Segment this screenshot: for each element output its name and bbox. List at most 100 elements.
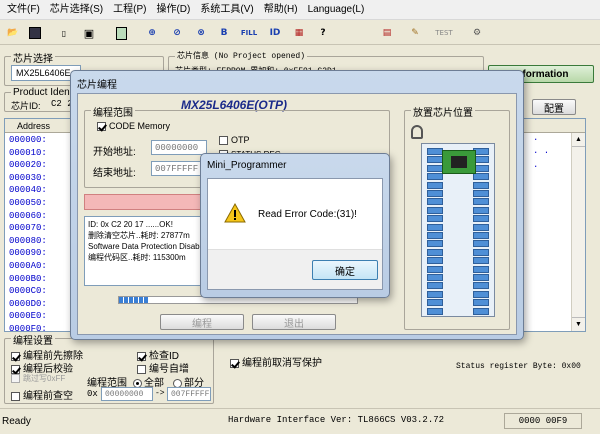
socket-pin	[473, 206, 489, 214]
prog-settings-group: 编程设置 编程前先擦除 编程后校验 跳过写0xFF 编程前查空 检查ID 编号自…	[4, 332, 214, 404]
hex-row-mark	[533, 273, 569, 286]
chip-select-title: 芯片选择	[11, 50, 55, 65]
status-ready: Ready	[2, 416, 31, 427]
code-memory-label: CODE Memory	[109, 121, 171, 131]
error-dialog-footer: 确定	[208, 249, 382, 289]
end-address-field[interactable]: 007FFFFF	[151, 161, 207, 176]
error-dialog-body: Read Error Code:(31)! 确定	[207, 178, 383, 290]
hex-row-mark	[533, 197, 569, 210]
exit-button[interactable]: 退出	[252, 314, 336, 330]
socket-pin	[427, 223, 443, 231]
checkbox-icon	[230, 358, 239, 368]
hex-row-mark	[533, 235, 569, 248]
range-start-field[interactable]: 00000000	[101, 387, 153, 401]
menu-item[interactable]: 工程(P)	[108, 0, 151, 20]
exit-button-label: 退出	[284, 318, 304, 330]
skip-ff-label: 跳过写0xFF	[23, 374, 66, 383]
chip-position-title: 放置芯片位置	[411, 104, 475, 119]
hex-row-mark	[533, 285, 569, 298]
unprotect-checkbox[interactable]: 编程前取消写保护	[230, 354, 322, 369]
menu-item[interactable]: 芯片选择(S)	[45, 0, 108, 20]
verify-icon[interactable]: ⊘	[168, 24, 186, 42]
socket-pin	[427, 181, 443, 189]
range-end-field[interactable]: 007FFFFF	[167, 387, 211, 401]
socket-pin	[427, 232, 443, 239]
program-button[interactable]: 编程	[160, 314, 244, 330]
socket-pin	[427, 156, 443, 164]
checkbox-icon	[11, 391, 20, 401]
code-memory-checkbox[interactable]: CODE Memory	[97, 121, 171, 132]
read-icon[interactable]: ⊕	[143, 24, 161, 42]
lock-icon[interactable]: ▦	[290, 24, 308, 42]
socket-pin	[427, 148, 443, 155]
hex-row-mark	[533, 210, 569, 223]
socket-pin	[427, 173, 443, 181]
auto-inc-checkbox[interactable]: 编号自增	[137, 360, 189, 375]
socket-lever-icon	[411, 125, 423, 139]
hex-row-mark	[533, 184, 569, 197]
open-icon[interactable]: 📂	[4, 24, 22, 42]
save-icon[interactable]	[26, 24, 44, 42]
dialog-title: 芯片编程	[77, 80, 117, 91]
socket-pin	[473, 299, 489, 307]
program-config-icon[interactable]: ▤	[378, 24, 396, 42]
menu-item[interactable]: 系统工具(V)	[195, 0, 258, 20]
menu-item[interactable]: 操作(D)	[151, 0, 195, 20]
socket-pin	[427, 248, 443, 256]
status-bar: Ready Hardware Interface Ver: TL866CS V0…	[0, 408, 600, 434]
hex-row-mark	[533, 310, 569, 323]
socket-pin	[473, 257, 489, 265]
hex-scrollbar[interactable]: ▲ ▼	[571, 133, 585, 331]
hex-row-mark: .	[533, 160, 539, 171]
socket-pin	[473, 198, 489, 206]
hardware-version: Hardware Interface Ver: TL866CS V03.2.72	[228, 415, 445, 425]
config-button[interactable]: 配置	[532, 99, 576, 115]
checkbox-icon	[219, 136, 228, 146]
menu-item[interactable]: 文件(F)	[2, 0, 45, 20]
blank-check-icon[interactable]: ⊗	[192, 24, 210, 42]
check-blank-label: 编程前查空	[23, 391, 73, 402]
otp-checkbox[interactable]: OTP	[219, 135, 250, 146]
socket-pin	[427, 206, 443, 214]
socket-pin	[473, 181, 489, 189]
edit-icon[interactable]: ✎	[406, 24, 424, 42]
hex-row-mark	[533, 247, 569, 260]
product-id-group: Product Iden 芯片ID: C2 2	[4, 87, 74, 112]
read-id-icon[interactable]: ID	[266, 24, 284, 42]
help-icon[interactable]: ?	[314, 24, 332, 42]
socket-pin	[473, 215, 489, 223]
socket-pin	[473, 223, 489, 231]
ok-button[interactable]: 确定	[312, 260, 378, 280]
status-register-text: Status register Byte: 0x00	[456, 362, 581, 371]
settings-icon[interactable]: ⚙	[468, 24, 486, 42]
erase-icon[interactable]: B	[215, 24, 233, 42]
socket-pin	[473, 190, 489, 197]
progress-fill	[119, 297, 148, 303]
menu-item[interactable]: 帮助(H)	[259, 0, 303, 20]
start-address-field[interactable]: 00000000	[151, 140, 207, 155]
socket-pin	[427, 274, 443, 281]
test-icon[interactable]: TEST	[432, 24, 456, 42]
toolbar: 📂 ▯ ▣ ⊕ ⊘ ⊗ B FILL ID ▦ ? ▤ ✎ TEST ⚙	[0, 21, 600, 45]
socket-pin	[473, 232, 489, 239]
skip-ff-checkbox[interactable]: 跳过写0xFF	[11, 373, 65, 384]
device-icon[interactable]	[112, 24, 130, 42]
error-message: Read Error Code:(31)!	[258, 209, 357, 220]
prog-settings-title: 编程设置	[11, 332, 55, 347]
socket-pin	[473, 290, 489, 298]
socket-pin	[473, 265, 489, 273]
ok-button-label: 确定	[335, 266, 355, 278]
status-address: 0000 00F9	[504, 413, 582, 429]
fill-icon[interactable]: FILL	[238, 24, 260, 42]
check-blank-checkbox[interactable]: 编程前查空	[11, 387, 73, 402]
socket-pin	[427, 215, 443, 223]
menu-item[interactable]: Language(L)	[303, 0, 370, 20]
socket-pin	[427, 198, 443, 206]
hex-row-mark	[533, 260, 569, 273]
socket-pin	[473, 274, 489, 281]
socket-pin	[473, 307, 489, 315]
load-icon[interactable]: ▣	[80, 24, 98, 42]
socket-pin	[427, 290, 443, 298]
chip-body	[451, 156, 467, 168]
program-icon[interactable]: ▯	[55, 24, 73, 42]
